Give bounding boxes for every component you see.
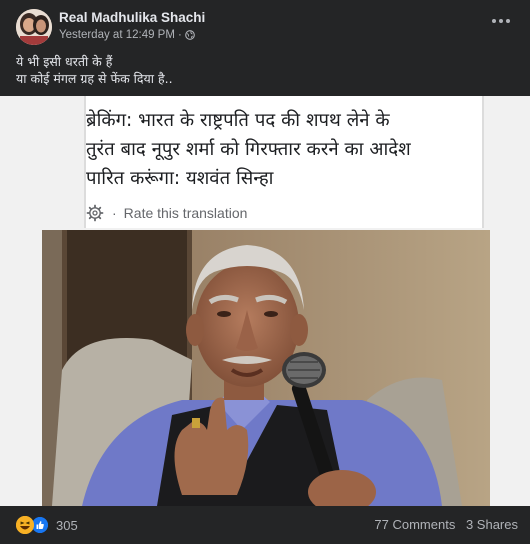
comments-count[interactable]: 77 Comments (374, 517, 455, 532)
globe-icon[interactable] (184, 30, 195, 40)
more-options-icon[interactable] (488, 10, 514, 32)
caption-line: या कोई मंगल ग्रह से फेंक दिया है.. (16, 71, 173, 86)
rate-translation-row: · Rate this translation (86, 202, 247, 224)
author-avatar[interactable] (16, 9, 52, 45)
headline-line: तुरंत बाद नूपुर शर्मा को गिरफ्तार करने क… (86, 139, 411, 160)
facebook-post: Real Madhulika Shachi Yesterday at 12:49… (0, 0, 530, 544)
meta-separator: · (177, 29, 182, 41)
shares-count[interactable]: 3 Shares (466, 517, 518, 532)
caption-line: ये भी इसी धरती के हैं (16, 54, 113, 69)
gear-icon (86, 204, 104, 222)
rate-translation-link[interactable]: Rate this translation (124, 205, 248, 221)
post-timestamp[interactable]: Yesterday at 12:49 PM (59, 29, 175, 41)
speaker-photo (42, 230, 490, 506)
post-caption: ये भी इसी धरती के हैं या कोई मंगल ग्रह स… (16, 53, 516, 87)
engagement-counts: 77 Comments 3 Shares (374, 517, 518, 532)
post-header: Real Madhulika Shachi Yesterday at 12:49… (0, 0, 530, 50)
headline-line: ब्रेकिंग: भारत के राष्ट्रपति पद की शपथ ल… (86, 110, 390, 131)
reactions-summary[interactable]: 305 (16, 515, 78, 535)
post-meta: Yesterday at 12:49 PM · (59, 29, 195, 41)
rate-separator: · (112, 205, 117, 221)
haha-reaction-icon (16, 516, 34, 534)
post-footer: 305 77 Comments 3 Shares (0, 506, 530, 544)
headline-text: ब्रेकिंग: भारत के राष्ट्रपति पद की शपथ ल… (86, 106, 486, 193)
reaction-count: 305 (56, 517, 78, 533)
author-name[interactable]: Real Madhulika Shachi (59, 10, 205, 25)
headline-line: पारित करूंगा: यशवंत सिन्हा (86, 168, 274, 189)
post-image[interactable]: ब्रेकिंग: भारत के राष्ट्रपति पद की शपथ ल… (0, 96, 530, 506)
